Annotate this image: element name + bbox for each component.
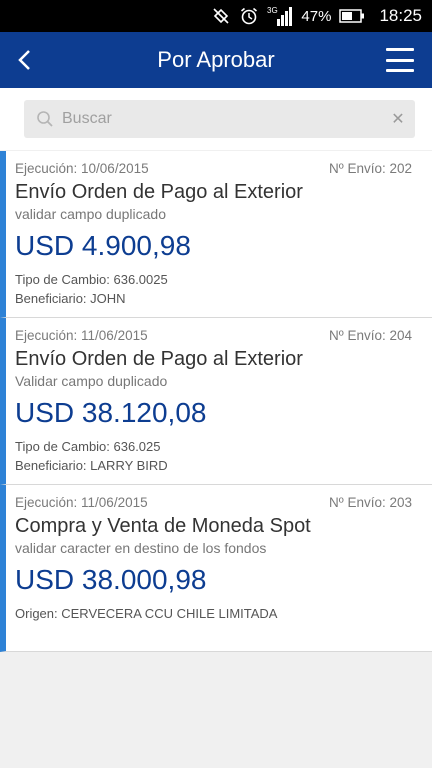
- send-number: Nº Envío: 203: [329, 495, 412, 510]
- exchange-rate: Tipo de Cambio: 636.0025: [15, 272, 168, 287]
- status-bar: 3G 47% 18:25: [0, 0, 432, 32]
- search-bar: ✕: [0, 88, 432, 150]
- amount: USD 4.900,98: [15, 230, 191, 261]
- amount: USD 38.120,08: [15, 397, 207, 428]
- alarm-icon: [239, 6, 259, 26]
- app-bar: Por Aprobar: [0, 32, 432, 88]
- clock: 18:25: [379, 6, 422, 25]
- search-input[interactable]: [62, 110, 381, 128]
- exchange-rate: Tipo de Cambio: 636.025: [15, 439, 161, 454]
- list-item[interactable]: Ejecución: 11/06/2015 Nº Envío: 204 Enví…: [0, 318, 432, 485]
- amount: USD 38.000,98: [15, 564, 207, 595]
- list-item[interactable]: Ejecución: 10/06/2015 Nº Envío: 202 Enví…: [0, 151, 432, 318]
- operation-description: Validar campo duplicado: [15, 373, 168, 389]
- execution-date: Ejecución: 10/06/2015: [15, 161, 149, 176]
- beneficiary: Beneficiario: LARRY BIRD: [15, 458, 168, 473]
- operation-type: Envío Orden de Pago al Exterior: [15, 348, 303, 370]
- approval-list: Ejecución: 10/06/2015 Nº Envío: 202 Enví…: [0, 151, 432, 652]
- execution-date: Ejecución: 11/06/2015: [15, 328, 148, 343]
- execution-date: Ejecución: 11/06/2015: [15, 495, 148, 510]
- operation-type: Envío Orden de Pago al Exterior: [15, 181, 303, 203]
- search-box: ✕: [24, 100, 415, 138]
- operation-description: validar caracter en destino de los fondo…: [15, 540, 267, 556]
- send-number: Nº Envío: 202: [329, 161, 412, 176]
- clear-icon[interactable]: ✕: [381, 109, 415, 129]
- search-icon: [28, 110, 62, 128]
- network-type-label: 3G: [267, 6, 278, 15]
- operation-type: Compra y Venta de Moneda Spot: [15, 515, 311, 537]
- hamburger-menu-icon[interactable]: [386, 48, 414, 72]
- list-item[interactable]: Ejecución: 11/06/2015 Nº Envío: 203 Comp…: [0, 485, 432, 652]
- send-number: Nº Envío: 204: [329, 328, 412, 343]
- operation-description: validar campo duplicado: [15, 206, 166, 222]
- beneficiary: Beneficiario: JOHN: [15, 291, 126, 306]
- signal-icon: 3G: [267, 5, 293, 27]
- battery-icon: [339, 8, 365, 24]
- page-title: Por Aprobar: [157, 47, 275, 72]
- origin: Origen: CERVECERA CCU CHILE LIMITADA: [15, 606, 278, 621]
- battery-percent: 47%: [301, 7, 332, 25]
- no-sync-icon: [211, 6, 231, 26]
